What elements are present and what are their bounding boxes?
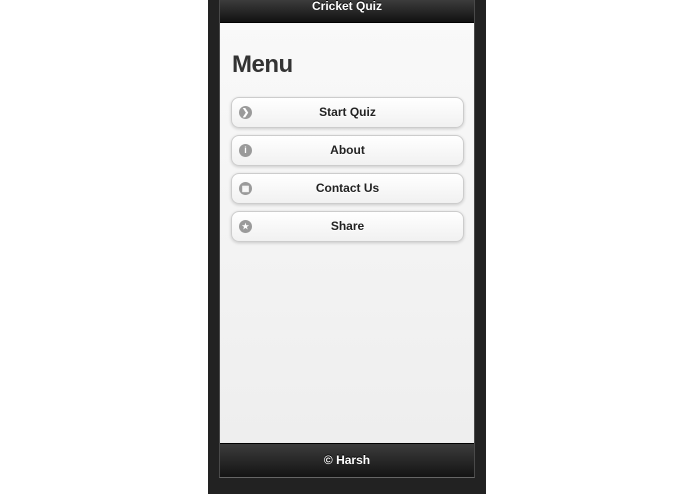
start-quiz-button[interactable]: ❯ Start Quiz xyxy=(231,97,464,128)
app-screen: Cricket Quiz Menu ❯ Start Quiz i About ▦… xyxy=(219,0,475,478)
contact-us-label: Contact Us xyxy=(315,181,380,195)
menu-title: Menu xyxy=(232,51,293,78)
content-area: Menu ❯ Start Quiz i About ▦ Contact Us ★… xyxy=(220,23,474,443)
about-label: About xyxy=(330,143,365,157)
header-bar: Cricket Quiz xyxy=(220,0,474,23)
menu-list: ❯ Start Quiz i About ▦ Contact Us ★ Shar… xyxy=(231,97,464,249)
contact-us-button[interactable]: ▦ Contact Us xyxy=(231,173,464,204)
star-icon: ★ xyxy=(239,220,252,233)
about-button[interactable]: i About xyxy=(231,135,464,166)
footer-text: © Harsh xyxy=(323,453,371,467)
start-quiz-label: Start Quiz xyxy=(319,105,376,119)
info-icon: i xyxy=(239,144,252,157)
arrow-right-icon: ❯ xyxy=(239,106,252,119)
header-title: Cricket Quiz xyxy=(311,0,383,13)
share-button[interactable]: ★ Share xyxy=(231,211,464,242)
footer-bar: © Harsh xyxy=(220,443,474,477)
share-label: Share xyxy=(330,219,365,233)
grid-icon: ▦ xyxy=(239,182,252,195)
